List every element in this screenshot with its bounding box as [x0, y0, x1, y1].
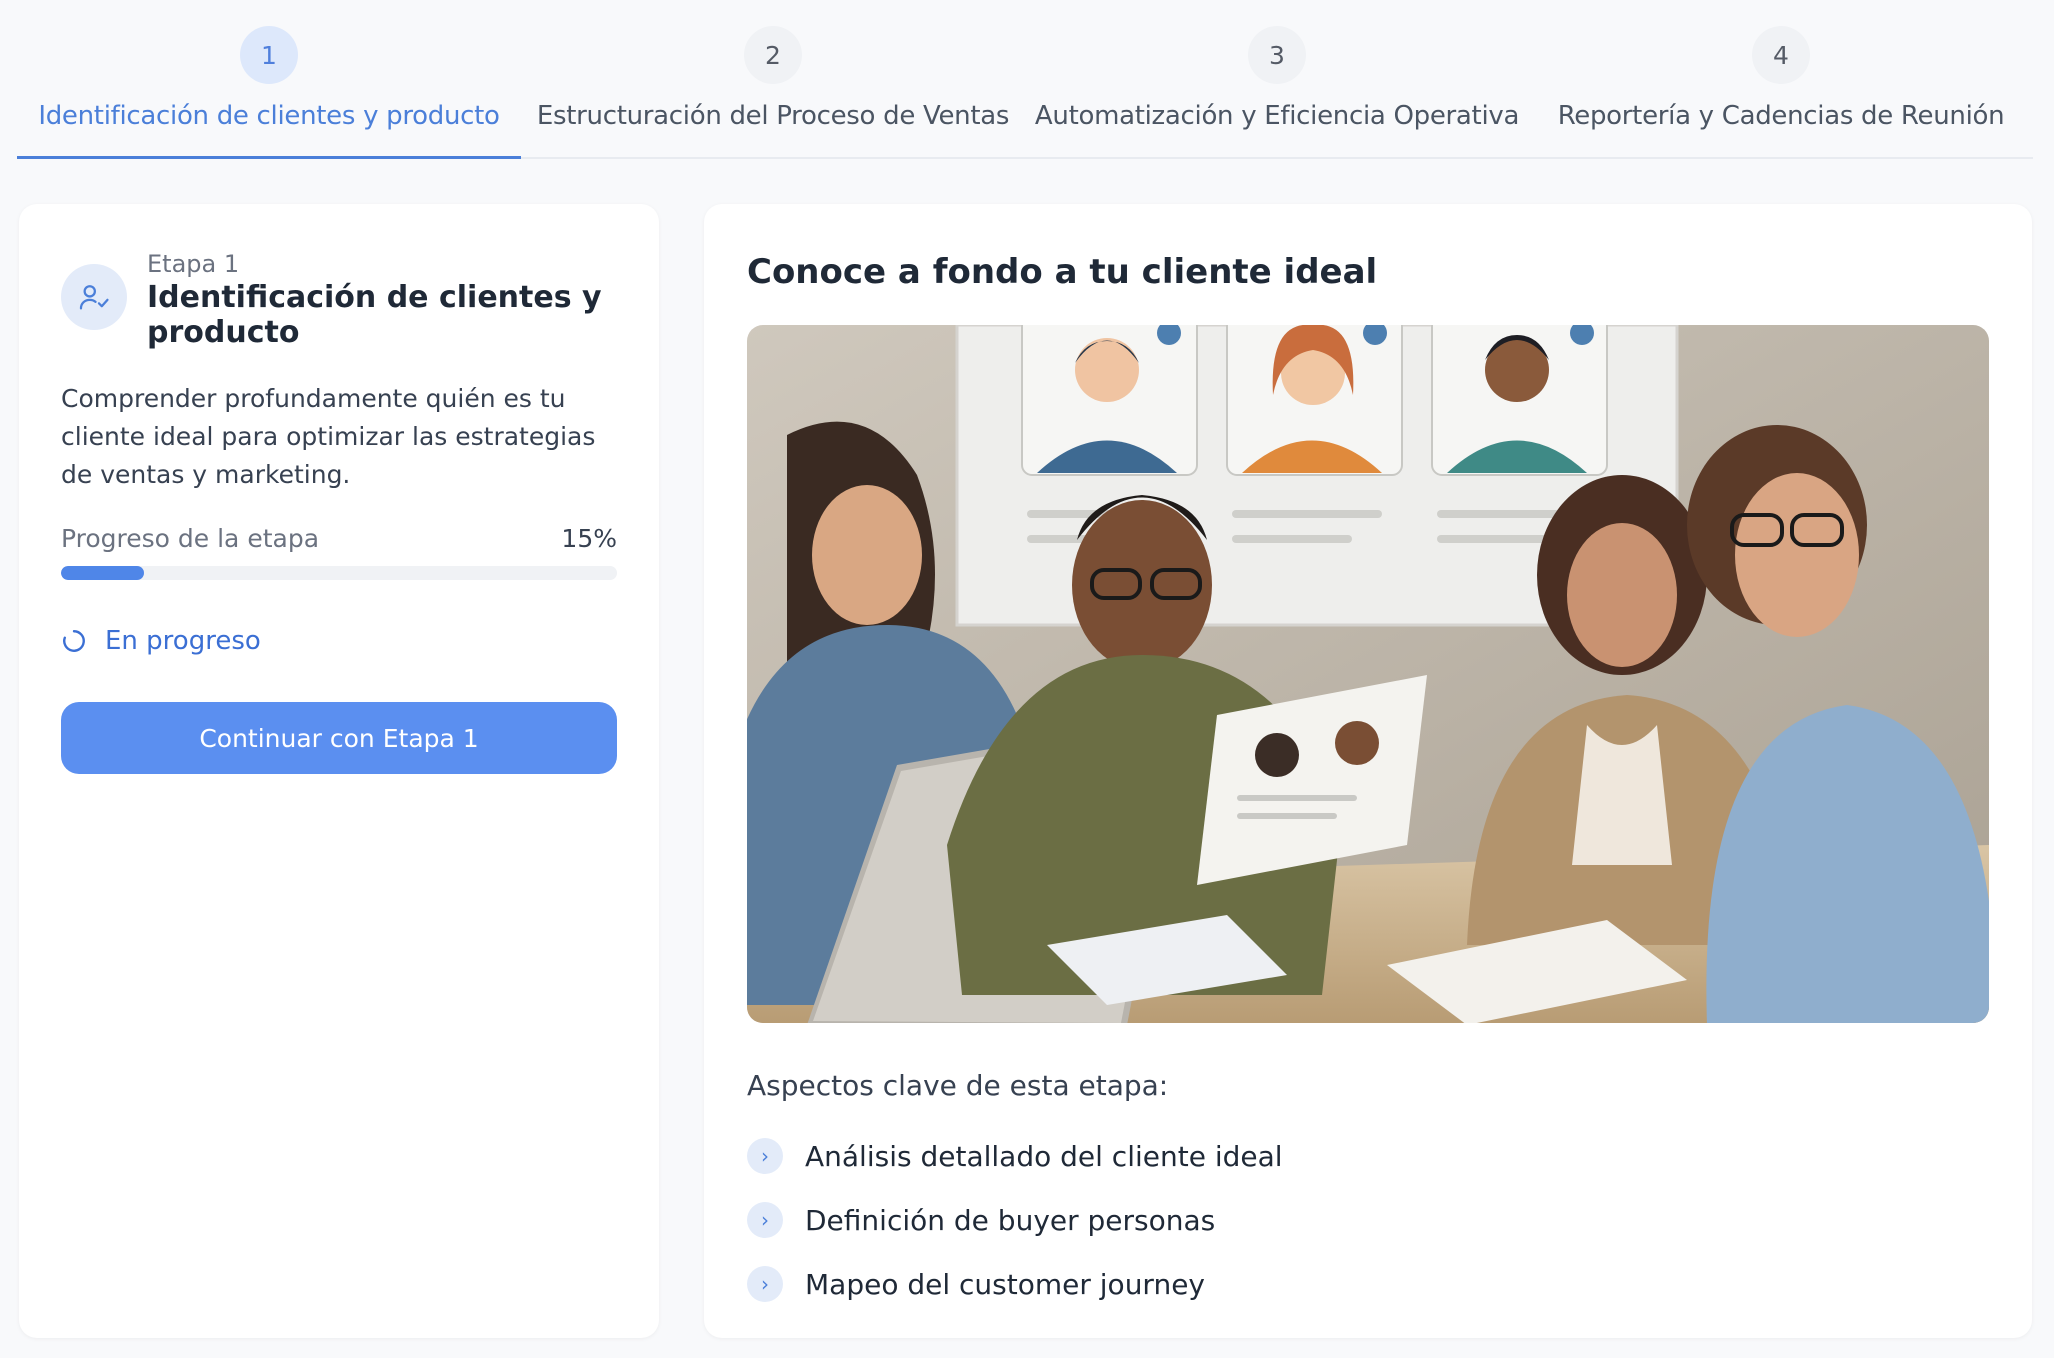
- progress-label: Progreso de la etapa: [61, 524, 320, 553]
- stage-content-card: Conoce a fondo a tu cliente ideal Aspect…: [704, 204, 2032, 1338]
- key-aspect-text: Definición de buyer personas: [805, 1203, 1216, 1237]
- chevron-right-icon: ›: [747, 1266, 783, 1302]
- chevron-right-icon: ›: [747, 1138, 783, 1174]
- step-number-badge: 2: [744, 26, 802, 84]
- step-label: Identificación de clientes y producto: [38, 101, 500, 131]
- tab-stage-4[interactable]: 4 Reportería y Cadencias de Reunión: [1529, 0, 2033, 157]
- stage-kicker: Etapa 1: [147, 250, 240, 278]
- stage-description: Comprender profundamente quién es tu cli…: [61, 384, 596, 489]
- content-title: Conoce a fondo a tu cliente ideal: [747, 252, 1378, 292]
- key-aspects-heading: Aspectos clave de esta etapa:: [747, 1069, 1169, 1102]
- list-item: › Definición de buyer personas: [747, 1188, 1283, 1252]
- step-number-badge: 1: [240, 26, 298, 84]
- step-number-badge: 4: [1752, 26, 1810, 84]
- stage-title: Identificación de clientes y producto: [147, 280, 602, 350]
- step-label: Estructuración del Proceso de Ventas: [536, 101, 1010, 131]
- key-aspect-text: Análisis detallado del cliente ideal: [805, 1139, 1283, 1173]
- progress-value: 15%: [561, 524, 617, 553]
- loading-spinner-icon: [63, 630, 85, 652]
- chevron-right-icon: ›: [747, 1202, 783, 1238]
- progress-bar: [61, 566, 617, 580]
- team-meeting-illustration: [747, 325, 1989, 1023]
- tab-stage-2[interactable]: 2 Estructuración del Proceso de Ventas: [521, 0, 1025, 157]
- key-aspect-text: Mapeo del customer journey: [805, 1267, 1205, 1301]
- stage-stepper: 1 Identificación de clientes y producto …: [17, 0, 2033, 159]
- stage-summary-card: Etapa 1 Identificación de clientes y pro…: [19, 204, 659, 1338]
- key-aspects-list: › Análisis detallado del cliente ideal ›…: [747, 1124, 1283, 1316]
- continue-stage-button[interactable]: Continuar con Etapa 1: [61, 702, 617, 774]
- list-item: › Análisis detallado del cliente ideal: [747, 1124, 1283, 1188]
- status-label: En progreso: [105, 626, 261, 656]
- list-item: › Mapeo del customer journey: [747, 1252, 1283, 1316]
- tab-stage-1[interactable]: 1 Identificación de clientes y producto: [17, 0, 521, 159]
- step-label: Automatización y Eficiencia Operativa: [1034, 101, 1520, 131]
- user-check-icon: [61, 264, 127, 330]
- progress-bar-fill: [61, 566, 145, 580]
- tab-stage-3[interactable]: 3 Automatización y Eficiencia Operativa: [1025, 0, 1529, 157]
- step-label: Reportería y Cadencias de Reunión: [1557, 101, 2005, 131]
- status-indicator: En progreso: [61, 626, 261, 656]
- step-number-badge: 3: [1248, 26, 1306, 84]
